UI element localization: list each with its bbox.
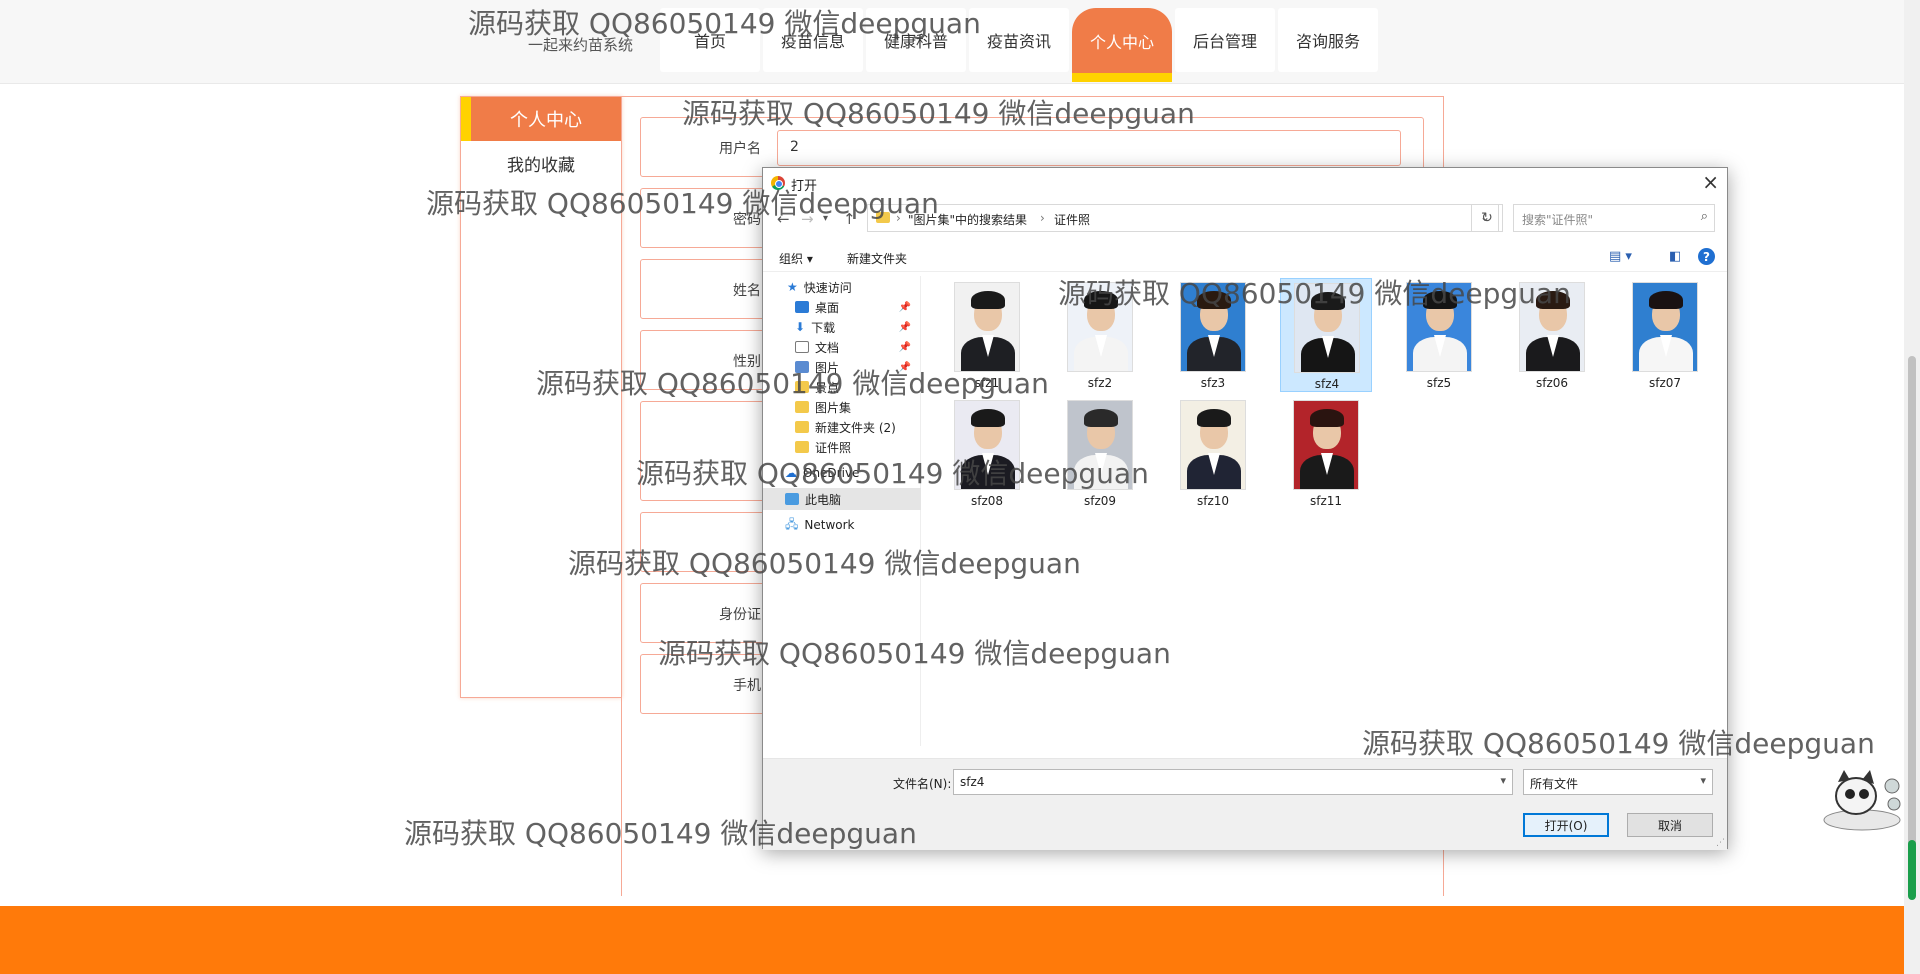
dialog-toolbar: 组织 ▾ 新建文件夹 ▤ ▾ ◧ ? — [763, 242, 1727, 272]
filename-label: 文件名(N): — [893, 777, 952, 791]
search-icon: ⌕ — [1700, 209, 1708, 224]
tree-item-network[interactable]: 🖧 Network — [763, 514, 921, 536]
sidebar-header[interactable]: 个人中心 — [461, 97, 621, 141]
tree-item-desktop[interactable]: 桌面 📌 — [763, 296, 921, 318]
watermark: 源码获取 QQ86050149 微信deepguan — [682, 97, 1195, 130]
breadcrumb-separator-icon: › — [1040, 211, 1045, 225]
name-label: 姓名 — [733, 283, 761, 299]
search-placeholder: 搜索"证件照" — [1522, 213, 1594, 227]
chevron-down-icon[interactable]: ▾ — [1500, 774, 1506, 787]
star-icon: ★ — [787, 280, 798, 294]
nav-personal-center[interactable]: 个人中心 — [1072, 8, 1172, 82]
watermark: 源码获取 QQ86050149 微信deepguan — [636, 457, 1149, 490]
desktop-icon — [795, 301, 809, 313]
help-icon[interactable]: ? — [1698, 248, 1715, 265]
file-name: sfz09 — [1083, 494, 1117, 508]
document-icon — [795, 341, 809, 353]
folder-icon — [795, 401, 809, 413]
file-name: sfz5 — [1426, 376, 1452, 390]
file-name: sfz08 — [970, 494, 1004, 508]
mascot-icon[interactable] — [1818, 764, 1904, 834]
file-item[interactable]: sfz10 — [1167, 396, 1259, 510]
phone-label: 手机 — [733, 678, 761, 694]
view-mode-icon[interactable]: ▤ ▾ — [1609, 249, 1632, 264]
navigation-tree: ★ 快速访问 桌面 📌 ⬇ 下载 📌 文档 📌 图片 📌 景点 图片集 新建文件… — [763, 276, 921, 746]
nav-vaccine-news[interactable]: 疫苗资讯 — [969, 8, 1069, 72]
photo-thumbnail — [1293, 400, 1359, 490]
filetype-value: 所有文件 — [1530, 777, 1579, 791]
photo-thumbnail — [954, 282, 1020, 372]
filename-value: sfz4 — [960, 775, 985, 789]
nav-consult[interactable]: 咨询服务 — [1278, 8, 1378, 72]
filename-input[interactable]: sfz4 ▾ — [953, 769, 1513, 795]
photo-thumbnail — [1180, 400, 1246, 490]
file-name: sfz11 — [1309, 494, 1343, 508]
watermark: 源码获取 QQ86050149 微信deepguan — [568, 547, 1081, 580]
scrollbar-thumb[interactable] — [1908, 356, 1916, 896]
address-bar[interactable]: › "图片集"中的搜索结果 › 证件照 ⌄ — [867, 204, 1499, 232]
pin-icon: 📌 — [898, 341, 911, 353]
chevron-down-icon[interactable]: ▾ — [1700, 774, 1706, 787]
site-footer — [0, 906, 1904, 974]
page-scrollbar[interactable] — [1904, 0, 1920, 974]
cancel-button[interactable]: 取消 — [1627, 813, 1713, 837]
file-name: sfz3 — [1200, 376, 1226, 390]
username-label: 用户名 — [719, 141, 761, 157]
tree-item-quick-access[interactable]: ★ 快速访问 — [763, 276, 921, 298]
file-name: sfz06 — [1535, 376, 1569, 390]
search-input[interactable]: 搜索"证件照" ⌕ — [1513, 204, 1715, 232]
idcard-label: 身份证 — [719, 607, 761, 623]
watermark: 源码获取 QQ86050149 微信deepguan — [536, 367, 1049, 400]
file-item[interactable]: sfz07 — [1619, 278, 1711, 392]
network-icon: 🖧 — [785, 516, 799, 531]
watermark: 源码获取 QQ86050149 微信deepguan — [1058, 277, 1571, 310]
tree-item-documents[interactable]: 文档 📌 — [763, 336, 921, 358]
breadcrumb-current-folder[interactable]: 证件照 — [1054, 211, 1090, 228]
username-input[interactable]: 2 — [777, 130, 1401, 166]
preview-pane-icon[interactable]: ◧ — [1669, 249, 1681, 264]
refresh-icon[interactable]: ↻ — [1471, 204, 1503, 232]
watermark: 源码获取 QQ86050149 微信deepguan — [426, 187, 939, 220]
resize-grip-icon[interactable]: ⋰ — [1716, 838, 1725, 848]
computer-icon — [785, 493, 799, 505]
filetype-select[interactable]: 所有文件 ▾ — [1523, 769, 1713, 795]
watermark: 源码获取 QQ86050149 微信deepguan — [1362, 727, 1875, 760]
nav-admin[interactable]: 后台管理 — [1175, 8, 1275, 72]
folder-icon — [795, 421, 809, 433]
open-button[interactable]: 打开(O) — [1523, 813, 1609, 837]
new-folder-button[interactable]: 新建文件夹 — [847, 250, 907, 267]
scrollbar-indicator — [1908, 840, 1916, 900]
watermark: 源码获取 QQ86050149 微信deepguan — [658, 637, 1171, 670]
close-icon[interactable]: × — [1702, 170, 1719, 194]
tree-item-new-folder-2[interactable]: 新建文件夹 (2) — [763, 416, 921, 438]
download-icon: ⬇ — [795, 320, 806, 334]
pin-icon: 📌 — [898, 301, 911, 313]
file-name: sfz10 — [1196, 494, 1230, 508]
watermark: 源码获取 QQ86050149 微信deepguan — [468, 7, 981, 40]
tree-item-downloads[interactable]: ⬇ 下载 📌 — [763, 316, 921, 338]
organize-menu[interactable]: 组织 ▾ — [779, 250, 813, 267]
file-item[interactable]: sfz11 — [1280, 396, 1372, 510]
file-name: sfz4 — [1314, 377, 1340, 391]
sidebar-item-favorites[interactable]: 我的收藏 — [461, 151, 621, 176]
file-name: sfz2 — [1087, 376, 1113, 390]
file-name: sfz07 — [1648, 376, 1682, 390]
watermark: 源码获取 QQ86050149 微信deepguan — [404, 817, 917, 850]
pin-icon: 📌 — [898, 321, 911, 333]
photo-thumbnail — [1632, 282, 1698, 372]
